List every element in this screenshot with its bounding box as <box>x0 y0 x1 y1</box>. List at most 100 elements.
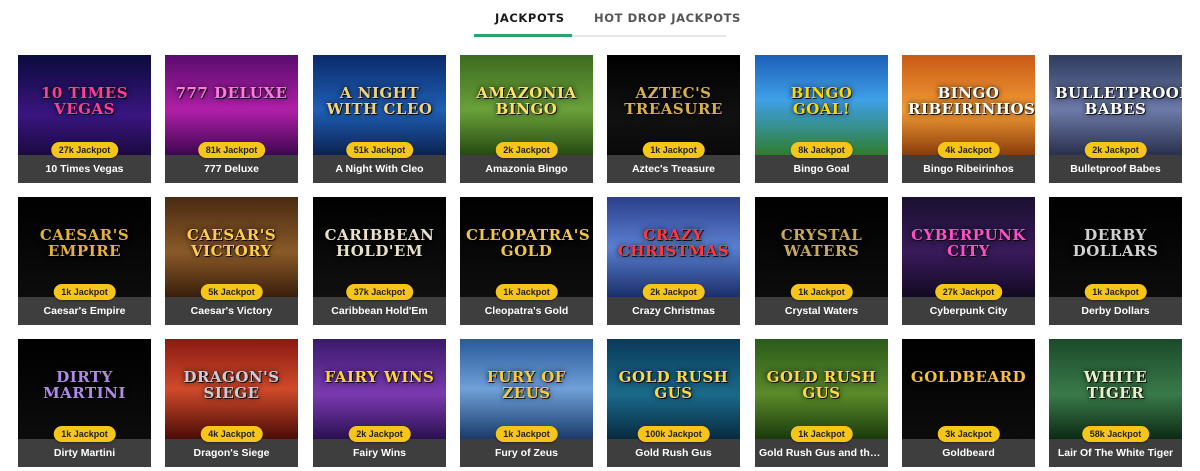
game-logo-art: BULLETPROOF BABES <box>1055 84 1182 118</box>
tab-hot-drop-jackpots[interactable]: HOT DROP JACKPOTS <box>594 11 741 25</box>
game-card[interactable]: CAESAR'S VICTORY 5k Jackpot Caesar's Victo… <box>165 197 298 325</box>
game-title: Dirty Martini <box>18 439 151 467</box>
game-card[interactable]: AZTEC'S TREASURE 1k Jackpot Aztec's Treasu… <box>607 55 740 183</box>
game-logo-art: DERBY DOLLARS <box>1072 226 1159 260</box>
game-card[interactable]: GOLD RUSH GUS 1k Jackpot Gold Rush Gus and… <box>755 339 888 467</box>
game-card[interactable]: BINGO GOAL! 8k Jackpot Bingo Goal <box>755 55 888 183</box>
game-card[interactable]: BINGO RIBEIRINHOS 4k Jackpot Bingo Ribeiri… <box>902 55 1035 183</box>
jackpot-badge: 5k Jackpot <box>200 284 263 300</box>
game-logo-art: CAESAR'S EMPIRE <box>39 226 130 260</box>
game-title: Caribbean Hold'Em <box>313 297 446 325</box>
game-title: Dragon's Siege <box>165 439 298 467</box>
game-title: Goldbeard <box>902 439 1035 467</box>
game-thumbnail: CARIBBEAN HOLD'EM <box>313 197 446 297</box>
game-logo-art: CLEOPATRA'S GOLD <box>466 226 591 260</box>
jackpot-badge: 3k Jackpot <box>937 426 1000 442</box>
game-title: Cleopatra's Gold <box>460 297 593 325</box>
game-card[interactable]: BULLETPROOF BABES 2k Jackpot Bulletproof B… <box>1049 55 1182 183</box>
game-logo-art: GOLD RUSH GUS <box>766 368 877 402</box>
game-title: A Night With Cleo <box>313 155 446 183</box>
game-card[interactable]: A NIGHT WITH CLEO 51k Jackpot A Night With… <box>313 55 446 183</box>
game-thumbnail: DIRTY MARTINI <box>18 339 151 439</box>
game-thumbnail: CYBERPUNK CITY <box>902 197 1035 297</box>
game-card[interactable]: DERBY DOLLARS 1k Jackpot Derby Dollars <box>1049 197 1182 325</box>
game-logo-art: CYBERPUNK CITY <box>911 226 1026 260</box>
jackpot-badge: 51k Jackpot <box>345 142 414 158</box>
jackpot-tabs: JACKPOTS HOT DROP JACKPOTS <box>474 0 740 37</box>
game-thumbnail: CLEOPATRA'S GOLD <box>460 197 593 297</box>
game-logo-art: AMAZONIA BINGO <box>476 84 577 118</box>
game-card[interactable]: CRYSTAL WATERS 1k Jackpot Crystal Waters <box>755 197 888 325</box>
game-title: Aztec's Treasure <box>607 155 740 183</box>
game-thumbnail: FAIRY WINS <box>313 339 446 439</box>
game-thumbnail: FURY OF ZEUS <box>460 339 593 439</box>
jackpot-badge: 37k Jackpot <box>345 284 414 300</box>
game-card[interactable]: 10 TIMES VEGAS 27k Jackpot 10 Times Vegas <box>18 55 151 183</box>
game-thumbnail: WHITE TIGER <box>1049 339 1182 439</box>
tab-jackpots[interactable]: JACKPOTS <box>495 11 565 25</box>
game-card[interactable]: GOLD RUSH GUS 100k Jackpot Gold Rush Gus <box>607 339 740 467</box>
game-logo-art: CARIBBEAN HOLD'EM <box>324 226 435 260</box>
game-thumbnail: CAESAR'S VICTORY <box>165 197 298 297</box>
game-title: Fairy Wins <box>313 439 446 467</box>
jackpot-badge: 100k Jackpot <box>637 426 710 442</box>
game-thumbnail: GOLD RUSH GUS <box>607 339 740 439</box>
game-thumbnail: GOLDBEARD <box>902 339 1035 439</box>
jackpot-badge: 27k Jackpot <box>50 142 119 158</box>
jackpot-badge: 2k Jackpot <box>495 142 558 158</box>
jackpot-badge: 1k Jackpot <box>495 284 558 300</box>
game-card[interactable]: GOLDBEARD 3k Jackpot Goldbeard <box>902 339 1035 467</box>
game-card[interactable]: DIRTY MARTINI 1k Jackpot Dirty Martini <box>18 339 151 467</box>
game-card[interactable]: CYBERPUNK CITY 27k Jackpot Cyberpunk City <box>902 197 1035 325</box>
game-card[interactable]: CAESAR'S EMPIRE 1k Jackpot Caesar's Empire <box>18 197 151 325</box>
game-logo-art: CAESAR'S VICTORY <box>186 226 277 260</box>
game-card[interactable]: AMAZONIA BINGO 2k Jackpot Amazonia Bingo <box>460 55 593 183</box>
game-card[interactable]: DRAGON'S SIEGE 4k Jackpot Dragon's Siege <box>165 339 298 467</box>
jackpot-badge: 1k Jackpot <box>53 284 116 300</box>
game-card[interactable]: WHITE TIGER 58k Jackpot Lair Of The White … <box>1049 339 1182 467</box>
jackpot-badge: 2k Jackpot <box>348 426 411 442</box>
game-logo-art: DIRTY MARTINI <box>43 368 126 402</box>
jackpot-badge: 1k Jackpot <box>53 426 116 442</box>
game-card[interactable]: CRAZY CHRISTMAS 2k Jackpot Crazy Christmas <box>607 197 740 325</box>
game-thumbnail: BINGO RIBEIRINHOS <box>902 55 1035 155</box>
game-title: Caesar's Empire <box>18 297 151 325</box>
game-logo-art: GOLD RUSH GUS <box>618 368 729 402</box>
game-logo-art: BINGO GOAL! <box>790 84 853 118</box>
game-logo-art: A NIGHT WITH CLEO <box>326 84 433 118</box>
game-title: Gold Rush Gus <box>607 439 740 467</box>
game-thumbnail: CAESAR'S EMPIRE <box>18 197 151 297</box>
game-title: Cyberpunk City <box>902 297 1035 325</box>
jackpot-badge: 1k Jackpot <box>642 142 705 158</box>
game-card[interactable]: 777 DELUXE 81k Jackpot 777 Deluxe <box>165 55 298 183</box>
game-logo-art: AZTEC'S TREASURE <box>624 84 723 118</box>
active-tab-indicator <box>474 34 572 37</box>
game-thumbnail: A NIGHT WITH CLEO <box>313 55 446 155</box>
jackpot-badge: 2k Jackpot <box>1084 142 1147 158</box>
game-logo-art: FAIRY WINS <box>324 368 435 386</box>
game-thumbnail: AZTEC'S TREASURE <box>607 55 740 155</box>
jackpot-badge: 1k Jackpot <box>790 426 853 442</box>
game-card[interactable]: CARIBBEAN HOLD'EM 37k Jackpot Caribbean Ho… <box>313 197 446 325</box>
game-logo-art: FURY OF ZEUS <box>487 368 566 402</box>
game-logo-art: WHITE TIGER <box>1083 368 1148 402</box>
game-logo-art: 777 DELUXE <box>175 84 288 102</box>
game-thumbnail: 777 DELUXE <box>165 55 298 155</box>
game-thumbnail: 10 TIMES VEGAS <box>18 55 151 155</box>
game-title: Caesar's Victory <box>165 297 298 325</box>
game-card[interactable]: CLEOPATRA'S GOLD 1k Jackpot Cleopatra's Go… <box>460 197 593 325</box>
game-thumbnail: AMAZONIA BINGO <box>460 55 593 155</box>
game-title: Bulletproof Babes <box>1049 155 1182 183</box>
game-logo-art: CRAZY CHRISTMAS <box>617 226 730 260</box>
game-logo-art: CRYSTAL WATERS <box>780 226 863 260</box>
game-card[interactable]: FURY OF ZEUS 1k Jackpot Fury of Zeus <box>460 339 593 467</box>
jackpot-badge: 2k Jackpot <box>642 284 705 300</box>
jackpot-badge: 8k Jackpot <box>790 142 853 158</box>
game-title: 10 Times Vegas <box>18 155 151 183</box>
game-thumbnail: CRAZY CHRISTMAS <box>607 197 740 297</box>
game-title: Fury of Zeus <box>460 439 593 467</box>
game-title: Gold Rush Gus and the City of Riches <box>755 439 888 467</box>
game-card[interactable]: FAIRY WINS 2k Jackpot Fairy Wins <box>313 339 446 467</box>
game-thumbnail: BINGO GOAL! <box>755 55 888 155</box>
game-title: 777 Deluxe <box>165 155 298 183</box>
